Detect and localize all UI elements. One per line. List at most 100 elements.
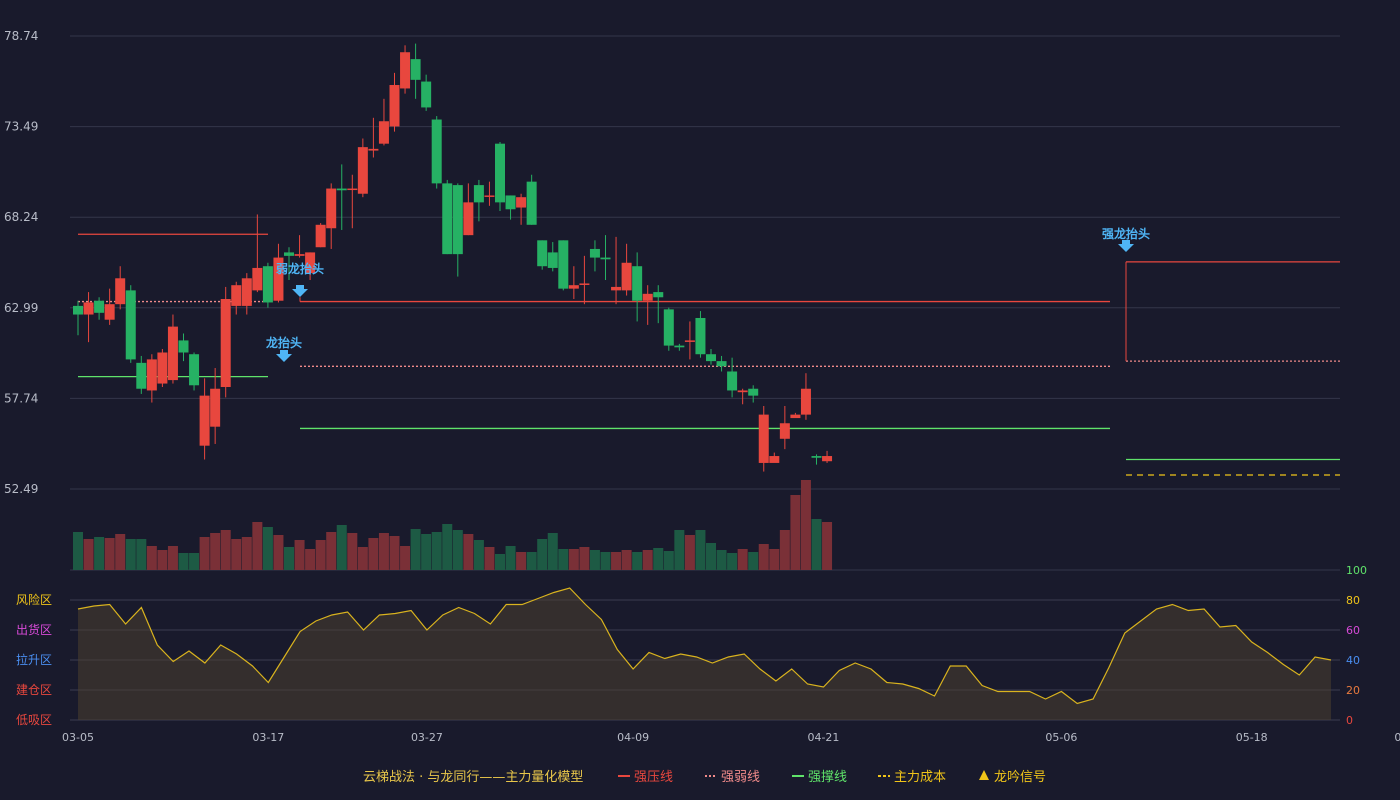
candle-body <box>674 345 685 348</box>
candle-body <box>558 240 569 289</box>
candle-body <box>463 202 474 236</box>
legend-strong-weak-label: 强弱线 <box>721 770 760 785</box>
candle-body <box>452 185 463 255</box>
candle-body <box>336 188 347 191</box>
volume-bar <box>389 536 400 570</box>
x-tick-label: 03-17 <box>252 731 284 744</box>
candle-body <box>600 257 611 260</box>
volume-bar <box>421 534 432 570</box>
volume-bar <box>568 549 579 570</box>
volume-bar <box>431 532 442 570</box>
candle-body <box>684 340 695 342</box>
candle-body <box>410 59 421 80</box>
candle-body <box>157 352 168 384</box>
candle-body <box>653 292 664 298</box>
volume-bar <box>516 552 527 570</box>
volume-bar <box>537 539 548 570</box>
candle-body <box>347 188 358 191</box>
candle-body <box>73 305 83 315</box>
candle-body <box>769 456 780 463</box>
volume-bar <box>336 525 347 570</box>
volume-bar <box>115 534 126 570</box>
candle-body <box>83 302 94 315</box>
osc-area <box>78 588 1331 720</box>
volume-bar <box>800 480 811 570</box>
volume-bar <box>684 535 695 570</box>
legend-signal-label: 龙吟信号 <box>994 769 1046 785</box>
candle-body <box>822 456 833 462</box>
candle-body <box>579 283 590 285</box>
candle-body <box>94 300 105 313</box>
candle-body <box>442 183 453 255</box>
volume-bar <box>600 552 611 570</box>
signal-label-3: 强龙抬头 <box>1102 226 1150 241</box>
candle-body <box>326 188 337 229</box>
candle-body <box>115 278 126 305</box>
volume-bar <box>273 535 284 570</box>
candle-body <box>178 340 189 353</box>
x-tick-label: 05-06 <box>1045 731 1077 744</box>
candle-body <box>368 148 379 151</box>
volume-bar <box>262 527 273 570</box>
candle-body <box>748 388 759 396</box>
candle-body <box>378 121 389 144</box>
volume-bar <box>368 538 379 570</box>
osc-zone-label: 拉升区 <box>16 652 52 667</box>
volume-bar <box>632 552 643 570</box>
chart-root: 78.74 73.49 68.24 62.99 57.74 52.49 100 80 60 40 2… <box>0 0 1400 800</box>
volume-bar <box>653 548 664 570</box>
volume-bar <box>674 530 685 570</box>
candle-body <box>758 414 769 463</box>
volume-bar <box>558 549 569 570</box>
candle-body <box>505 195 516 210</box>
volume-bar <box>315 540 326 570</box>
volume-bar <box>579 547 590 570</box>
candle-body <box>294 254 305 256</box>
arrow-down-icon <box>276 350 292 362</box>
candle-body <box>611 286 622 291</box>
volume-bar <box>611 552 622 570</box>
signal-long-head: 龙抬头 <box>266 335 302 362</box>
candle-body <box>136 362 147 389</box>
candle-body <box>167 326 178 381</box>
candle-body <box>495 143 505 203</box>
candle-body <box>632 266 643 301</box>
volume-bar <box>410 529 421 570</box>
triangle-icon <box>979 770 989 780</box>
osc-tick-label: 80 <box>1346 594 1360 607</box>
candle-body <box>716 361 727 367</box>
volume-bar <box>463 534 474 570</box>
volume-bar <box>189 553 200 570</box>
osc-zone-label: 出货区 <box>16 622 52 637</box>
candle-body <box>727 371 738 391</box>
volume-bar <box>73 532 83 570</box>
candle-body <box>737 390 748 393</box>
candle-body <box>811 456 822 458</box>
volume-bar <box>452 530 463 570</box>
x-tick-label: 05-28 <box>1394 731 1400 744</box>
candle-body <box>389 85 400 127</box>
candle-body <box>516 197 527 208</box>
volume-bar <box>157 550 168 570</box>
legend-strong-support-label: 强撑线 <box>808 770 847 785</box>
candle-body <box>315 224 326 248</box>
candle-body <box>779 423 790 439</box>
candle-body <box>547 252 558 268</box>
price-tick-label: 68.24 <box>4 210 38 224</box>
legend-title: 云梯战法 · 与龙同行——主力量化模型 <box>363 770 583 785</box>
volume-bar <box>357 547 368 570</box>
volume-bar <box>822 522 833 570</box>
kline-chart: 78.74 73.49 68.24 62.99 57.74 52.49 100 80 60 40 2… <box>4 29 1400 785</box>
volume-bar <box>136 539 147 570</box>
oscillator <box>77 587 1332 720</box>
volume-bar <box>706 543 716 570</box>
candle-body <box>421 81 432 108</box>
candle-body <box>189 354 200 386</box>
osc-tick-label: 0 <box>1346 714 1353 727</box>
candle-body <box>568 285 579 289</box>
volume-bar <box>305 549 316 570</box>
price-tick-label: 73.49 <box>4 120 38 134</box>
volume-bar <box>526 552 537 570</box>
x-tick-label: 04-09 <box>617 731 649 744</box>
candle-body <box>252 267 263 291</box>
